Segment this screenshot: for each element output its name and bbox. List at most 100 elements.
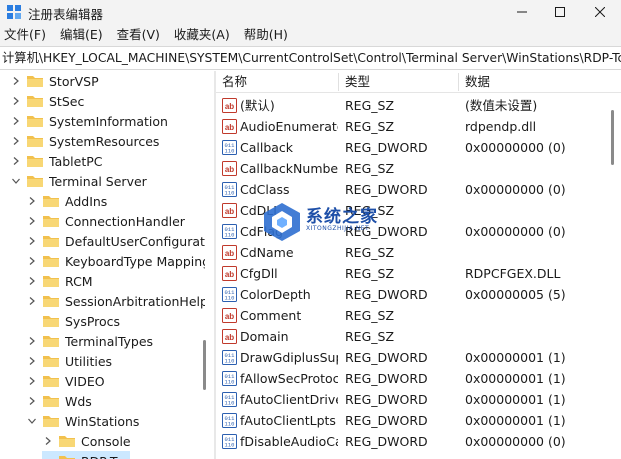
table-row[interactable]: ab (默认) REG_SZ (数值未设置) <box>216 95 621 116</box>
column-header-name[interactable]: 名称 <box>216 71 247 93</box>
value-name: AudioEnumerator <box>240 119 338 134</box>
chevron-right-icon[interactable] <box>26 331 38 351</box>
maximize-icon <box>555 7 565 17</box>
value-data: 0x00000005 (5) <box>465 287 566 302</box>
value-data: 0x00000001 (1) <box>465 392 566 407</box>
chevron-right-icon[interactable] <box>10 91 22 111</box>
tree-item[interactable]: StSec <box>10 91 84 111</box>
tree-item[interactable]: ConnectionHandler <box>26 211 185 231</box>
chevron-right-icon[interactable] <box>26 291 38 311</box>
chevron-right-icon[interactable] <box>10 151 22 171</box>
chevron-right-icon[interactable] <box>26 251 38 271</box>
chevron-right-icon[interactable] <box>26 231 38 251</box>
tree-item[interactable]: SystemInformation <box>10 111 168 131</box>
folder-icon <box>58 434 76 448</box>
address-bar[interactable]: 计算机\HKEY_LOCAL_MACHINE\SYSTEM\CurrentCon… <box>0 46 621 70</box>
binary-value-icon: 011 110 <box>222 392 237 407</box>
tree-scrollbar-thumb[interactable] <box>203 340 206 390</box>
tree-item[interactable]: Wds <box>26 391 92 411</box>
close-button[interactable] <box>578 0 621 24</box>
table-row[interactable]: ab Comment REG_SZ <box>216 305 621 326</box>
folder-icon <box>26 114 44 128</box>
list-scrollbar-thumb[interactable] <box>611 110 614 165</box>
table-row[interactable]: 011110fAllowSecProtocolNegotiation REG_DW… <box>216 368 621 389</box>
tree-item-label: RCM <box>65 273 93 289</box>
tree-item[interactable]: RDP-Tcp <box>42 451 131 459</box>
menu-favorites[interactable]: 收藏夹(A) <box>174 24 238 46</box>
value-data: 0x00000000 (0) <box>465 140 566 155</box>
tree-item[interactable]: VIDEO <box>26 371 105 391</box>
menu-file[interactable]: 文件(F) <box>4 24 54 46</box>
binary-value-icon: 011 110 <box>222 224 237 239</box>
chevron-down-icon[interactable] <box>10 171 22 191</box>
tree-item[interactable]: SystemResources <box>10 131 159 151</box>
tree-item[interactable]: KeyboardType Mapping <box>26 251 205 271</box>
table-row[interactable]: ab CdDLL REG_SZ <box>216 200 621 221</box>
menu-help[interactable]: 帮助(H) <box>244 24 296 46</box>
folder-icon <box>26 134 44 148</box>
menu-edit[interactable]: 编辑(E) <box>60 24 111 46</box>
table-row[interactable]: 011110fAutoClientDrives REG_DWORD 0x000000… <box>216 389 621 410</box>
chevron-right-icon[interactable] <box>26 351 38 371</box>
tree-item-label: StSec <box>49 93 85 109</box>
svg-text:110: 110 <box>225 379 235 386</box>
tree-item-label: TerminalTypes <box>65 333 154 349</box>
tree-item[interactable]: Terminal Server <box>10 171 147 191</box>
chevron-right-icon[interactable] <box>42 431 54 451</box>
table-row[interactable]: ab Domain REG_SZ <box>216 326 621 347</box>
tree-item[interactable]: SessionArbitrationHelper <box>26 291 205 311</box>
folder-icon <box>42 254 60 268</box>
tree-item[interactable]: Console <box>42 431 131 451</box>
tree-item[interactable]: SysProcs <box>26 311 120 331</box>
table-row[interactable]: 011110DrawGdiplusSupportLevel REG_DWORD 0x… <box>216 347 621 368</box>
value-type: REG_DWORD <box>345 371 428 386</box>
value-type: REG_DWORD <box>345 350 428 365</box>
tree-item[interactable]: DefaultUserConfiguration <box>26 231 205 251</box>
table-row[interactable]: ab CfgDll REG_SZ RDPCFGEX.DLL <box>216 263 621 284</box>
value-data <box>465 305 621 326</box>
chevron-right-icon[interactable] <box>26 391 38 411</box>
chevron-right-icon[interactable] <box>10 131 22 151</box>
table-row[interactable]: ab CdName REG_SZ <box>216 242 621 263</box>
value-type: REG_DWORD <box>345 140 428 155</box>
tree-item[interactable]: RCM <box>26 271 93 291</box>
table-row[interactable]: 011110fDisableAudioCapture REG_DWORD 0x000… <box>216 431 621 452</box>
folder-icon <box>42 394 60 408</box>
table-row[interactable]: 011 110 fAutoClientLpts REG_DWORD 0x00000001… <box>216 410 621 431</box>
tree-item-label: SystemInformation <box>49 113 168 129</box>
value-type: REG_DWORD <box>345 434 428 449</box>
table-row[interactable]: ab CallbackNumber REG_SZ <box>216 158 621 179</box>
chevron-right-icon[interactable] <box>26 371 38 391</box>
tree-item[interactable]: WinStations <box>26 411 139 431</box>
chevron-right-icon[interactable] <box>26 211 38 231</box>
tree-item[interactable]: TabletPC <box>10 151 103 171</box>
tree-item[interactable]: TerminalTypes <box>26 331 153 351</box>
svg-text:110: 110 <box>225 232 235 239</box>
chevron-right-icon[interactable] <box>10 71 22 91</box>
column-header-type[interactable]: 类型 <box>339 71 370 93</box>
window-title: 注册表编辑器 <box>28 7 104 22</box>
menu-view[interactable]: 查看(V) <box>117 24 168 46</box>
table-row[interactable]: ab AudioEnumerator REG_SZ rdpendp.dll <box>216 116 621 137</box>
chevron-right-icon[interactable] <box>26 191 38 211</box>
table-row[interactable]: 011 110 CdClass REG_DWORD 0x00000000 (0) <box>216 179 621 200</box>
tree-item[interactable]: StorVSP <box>10 71 99 91</box>
folder-icon <box>42 194 60 208</box>
maximize-button[interactable] <box>538 0 582 24</box>
key-tree[interactable]: StorVSP StSec SystemInformation SystemResou… <box>0 71 205 459</box>
chevron-right-icon[interactable] <box>26 271 38 291</box>
value-name: fAllowSecProtocolNegotiation <box>240 371 338 386</box>
tree-item[interactable]: Utilities <box>26 351 112 371</box>
folder-icon <box>42 334 60 348</box>
table-row[interactable]: 011 110 CdFlag REG_DWORD 0x00000000 (0) <box>216 221 621 242</box>
column-header-data[interactable]: 数据 <box>459 71 490 93</box>
tree-item-label: Utilities <box>65 353 113 369</box>
table-row[interactable]: 011 110 ColorDepth REG_DWORD 0x00000005 (5) <box>216 284 621 305</box>
chevron-right-icon[interactable] <box>10 111 22 131</box>
binary-value-icon: 011 110 <box>222 371 237 386</box>
chevron-down-icon[interactable] <box>26 411 38 431</box>
value-type: REG_DWORD <box>345 224 428 239</box>
tree-item-label: WinStations <box>65 413 140 429</box>
tree-item[interactable]: AddIns <box>26 191 107 211</box>
table-row[interactable]: 011 110 Callback REG_DWORD 0x00000000 (0) <box>216 137 621 158</box>
